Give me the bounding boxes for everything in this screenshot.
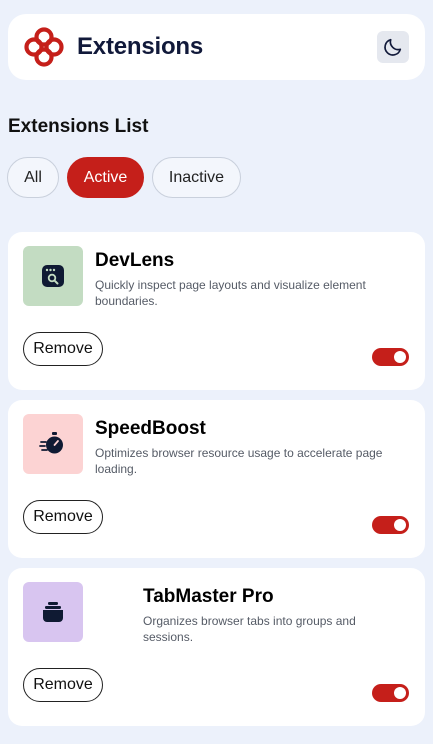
devlens-text: DevLens Quickly inspect page layouts and… bbox=[95, 250, 409, 309]
devlens-icon-tile bbox=[23, 246, 83, 306]
app-title: Extensions bbox=[77, 33, 204, 60]
app-header: Extensions bbox=[8, 14, 425, 80]
extension-name: SpeedBoost bbox=[95, 418, 206, 439]
section-title: Extensions List bbox=[8, 116, 149, 137]
filter-inactive-button[interactable]: Inactive bbox=[152, 157, 241, 198]
extension-name: TabMaster Pro bbox=[143, 586, 274, 607]
logo-icon bbox=[24, 27, 64, 67]
remove-button[interactable]: Remove bbox=[23, 500, 103, 534]
toggle-knob bbox=[394, 687, 406, 699]
enable-toggle[interactable] bbox=[372, 516, 409, 534]
extension-description: Quickly inspect page layouts and visuali… bbox=[95, 278, 366, 308]
tabmaster-text: TabMaster Pro Organizes browser tabs int… bbox=[143, 586, 409, 645]
toggle-knob bbox=[394, 351, 406, 363]
theme-toggle-button[interactable] bbox=[377, 31, 409, 63]
extension-card-devlens: DevLens Quickly inspect page layouts and… bbox=[8, 232, 425, 390]
moon-icon bbox=[384, 38, 402, 56]
filter-active-button[interactable]: Active bbox=[67, 157, 144, 198]
enable-toggle[interactable] bbox=[372, 684, 409, 702]
extension-card-tabmaster: TabMaster Pro Organizes browser tabs int… bbox=[8, 568, 425, 726]
extension-name: DevLens bbox=[95, 250, 175, 271]
extension-description: Organizes browser tabs into groups and s… bbox=[143, 614, 356, 644]
remove-button[interactable]: Remove bbox=[23, 332, 103, 366]
toggle-knob bbox=[394, 519, 406, 531]
speedboost-icon bbox=[39, 432, 63, 454]
filter-all-button[interactable]: All bbox=[7, 157, 59, 198]
speedboost-icon-tile bbox=[23, 414, 83, 474]
tabmaster-icon bbox=[43, 602, 63, 622]
tabmaster-icon-tile bbox=[23, 582, 83, 642]
remove-button[interactable]: Remove bbox=[23, 668, 103, 702]
enable-toggle[interactable] bbox=[372, 348, 409, 366]
devlens-icon bbox=[42, 265, 64, 287]
extension-description: Optimizes browser resource usage to acce… bbox=[95, 446, 383, 476]
filter-group: All Active Inactive bbox=[7, 157, 241, 198]
extension-card-speedboost: SpeedBoost Optimizes browser resource us… bbox=[8, 400, 425, 558]
extensions-page: Extensions Extensions List All Active In… bbox=[0, 0, 433, 744]
speedboost-text: SpeedBoost Optimizes browser resource us… bbox=[95, 418, 409, 477]
